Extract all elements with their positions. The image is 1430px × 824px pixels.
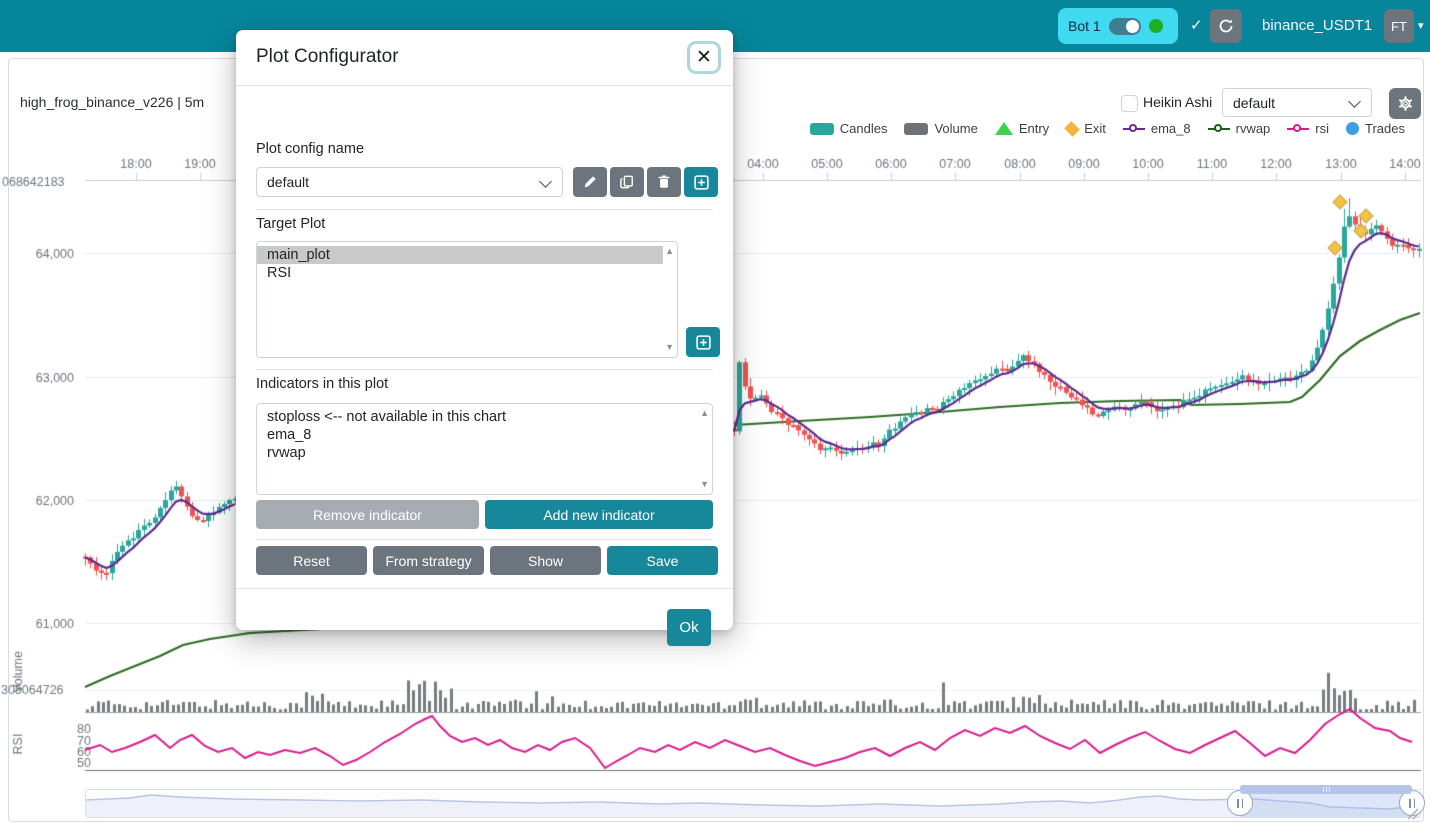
navigator-selected-range[interactable] — [1240, 790, 1412, 817]
modal-header: Plot Configurator ✕ — [236, 30, 733, 86]
scroll-down-icon[interactable]: ▼ — [665, 343, 674, 352]
legend-circle-icon — [1346, 122, 1359, 135]
pencil-icon — [583, 175, 597, 189]
legend-item-rsi[interactable]: rsi — [1287, 121, 1329, 136]
gear-icon — [1398, 96, 1413, 111]
add-new-indicator-button[interactable]: Add new indicator — [485, 500, 713, 529]
plus-square-icon — [694, 175, 709, 190]
refresh-icon — [1218, 18, 1234, 34]
chart-title: high_frog_binance_v226 | 5m — [20, 94, 204, 110]
legend-label: ema_8 — [1151, 121, 1191, 136]
legend-item-volume[interactable]: Volume — [904, 121, 977, 136]
plot-config-name-label: Plot config name — [256, 141, 364, 157]
legend-line-icon — [1287, 124, 1309, 134]
target-plot-listbox[interactable]: main_plotRSI ▲ ▼ — [256, 241, 678, 358]
legend-item-trades[interactable]: Trades — [1346, 121, 1405, 136]
scroll-down-icon[interactable]: ▼ — [700, 480, 709, 489]
indicator-option[interactable]: ema_8 — [257, 426, 698, 444]
save-button[interactable]: Save — [607, 546, 718, 575]
add-subplot-button[interactable] — [686, 327, 720, 357]
legend-diamond-icon — [1064, 121, 1080, 137]
exchange-account-label: binance_USDT1 — [1262, 17, 1372, 34]
navigator-minichart — [86, 790, 1420, 817]
bot-selector[interactable]: Bot 1 — [1058, 8, 1178, 44]
bot-name-label: Bot 1 — [1068, 18, 1101, 34]
app-root: { "navbar": { "bot_label": "Bot 1", "che… — [0, 0, 1430, 824]
legend-item-ema_8[interactable]: ema_8 — [1123, 121, 1191, 136]
add-config-button[interactable] — [684, 167, 718, 197]
chart-navigator[interactable] — [85, 789, 1421, 818]
legend-line-icon — [1123, 124, 1145, 134]
resize-corner-icon[interactable] — [1405, 808, 1419, 820]
plot-configurator-gear-button[interactable] — [1389, 88, 1421, 119]
legend-label: Trades — [1365, 121, 1405, 136]
scroll-up-icon[interactable]: ▲ — [665, 247, 674, 256]
legend-line-icon — [1208, 124, 1230, 134]
legend-swatch-icon — [904, 123, 928, 135]
legend-label: rsi — [1315, 121, 1329, 136]
indicator-option[interactable]: rvwap — [257, 444, 698, 462]
user-avatar[interactable]: FT — [1384, 9, 1414, 43]
target-plot-label: Target Plot — [256, 216, 325, 232]
refresh-button[interactable] — [1210, 9, 1242, 43]
indicators-listbox[interactable]: stoploss <-- not available in this chart… — [256, 403, 713, 495]
legend-item-rvwap[interactable]: rvwap — [1208, 121, 1271, 136]
legend-item-entry[interactable]: Entry — [995, 121, 1049, 136]
heikin-ashi-label: Heikin Ashi — [1143, 94, 1212, 110]
copy-icon — [620, 175, 634, 189]
duplicate-config-button[interactable] — [610, 167, 644, 197]
trash-icon — [657, 175, 671, 189]
close-icon[interactable]: ✕ — [687, 41, 721, 74]
ok-button[interactable]: Ok — [667, 609, 711, 646]
chevron-down-icon[interactable]: ▾ — [1418, 19, 1424, 32]
bot-online-toggle[interactable] — [1109, 18, 1141, 35]
modal-title: Plot Configurator — [256, 46, 399, 68]
delete-config-button[interactable] — [647, 167, 681, 197]
legend-label: Volume — [934, 121, 977, 136]
legend-item-exit[interactable]: Exit — [1066, 121, 1106, 136]
indicator-option[interactable]: stoploss <-- not available in this chart — [257, 408, 698, 426]
navigator-move-grip[interactable] — [1240, 785, 1412, 794]
from-strategy-button[interactable]: From strategy — [373, 546, 484, 575]
show-button[interactable]: Show — [490, 546, 601, 575]
modal-footer: Ok — [236, 588, 733, 631]
chevron-down-icon — [1348, 95, 1361, 108]
plot-config-name-select[interactable]: default — [256, 167, 563, 197]
target-plot-option[interactable]: RSI — [257, 264, 663, 282]
legend-label: Exit — [1084, 121, 1106, 136]
heikin-ashi-checkbox[interactable] — [1121, 95, 1138, 112]
legend-label: Candles — [840, 121, 888, 136]
check-icon[interactable]: ✓ — [1190, 16, 1203, 34]
legend-triangle-icon — [995, 122, 1013, 135]
scroll-up-icon[interactable]: ▲ — [700, 409, 709, 418]
legend-swatch-icon — [810, 123, 834, 135]
legend-label: Entry — [1019, 121, 1049, 136]
plot-configurator-modal: Plot Configurator ✕ Plot config name def… — [236, 30, 733, 630]
bot-status-dot — [1149, 19, 1163, 33]
reset-button[interactable]: Reset — [256, 546, 367, 575]
remove-indicator-button[interactable]: Remove indicator — [256, 500, 479, 529]
chevron-down-icon — [539, 175, 552, 188]
legend-item-candles[interactable]: Candles — [810, 121, 888, 136]
plus-square-icon — [696, 335, 711, 350]
legend-label: rvwap — [1236, 121, 1271, 136]
target-plot-option[interactable]: main_plot — [257, 246, 663, 264]
edit-config-button[interactable] — [573, 167, 607, 197]
indicators-in-plot-label: Indicators in this plot — [256, 376, 388, 392]
chart-legend: Candles Volume Entry Exit ema_8 rvwap rsi Trade… — [810, 121, 1405, 136]
plot-config-select[interactable]: default — [1222, 88, 1372, 117]
